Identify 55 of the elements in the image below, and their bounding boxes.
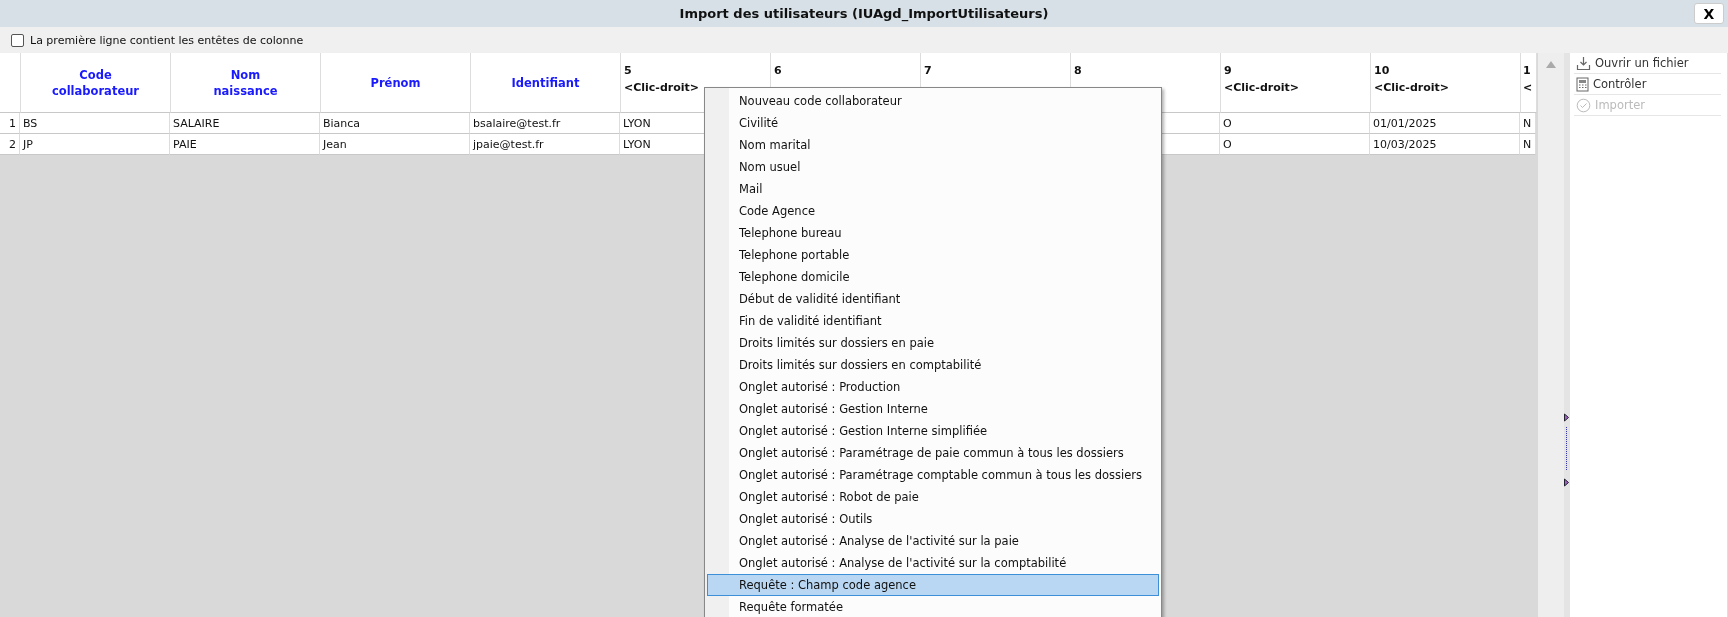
column-header[interactable]: 9 <Clic-droit>: [1221, 53, 1371, 113]
menu-item[interactable]: Telephone bureau: [707, 222, 1159, 244]
table-cell: Bianca: [320, 113, 470, 134]
row-number: 2: [0, 134, 20, 155]
menu-item[interactable]: Nom usuel: [707, 156, 1159, 178]
table-cell: SALAIRE: [170, 113, 320, 134]
checkbox[interactable]: [11, 33, 24, 47]
menu-item[interactable]: Onglet autorisé : Analyse de l'activité sur la comptabilité: [707, 552, 1159, 574]
menu-item[interactable]: Requête formatée: [707, 596, 1159, 617]
menu-item[interactable]: Droits limités sur dossiers en paie: [707, 332, 1159, 354]
menu-item[interactable]: Début de validité identifiant: [707, 288, 1159, 310]
menu-item[interactable]: Onglet autorisé : Analyse de l'activité sur la paie: [707, 530, 1159, 552]
menu-item[interactable]: Droits limités sur dossiers en comptabilité: [707, 354, 1159, 376]
menu-item[interactable]: Requête : Champ code agence: [707, 574, 1159, 596]
menu-item[interactable]: Onglet autorisé : Outils: [707, 508, 1159, 530]
table-cell: O: [1220, 113, 1370, 134]
table-cell: N: [1520, 134, 1536, 155]
column-header[interactable]: 10 <Clic-droit>: [1371, 53, 1521, 113]
menu-item[interactable]: Onglet autorisé : Paramétrage comptable commun à tous les dossiers: [707, 464, 1159, 486]
menu-item[interactable]: Telephone domicile: [707, 266, 1159, 288]
action-button[interactable]: Contrôler: [1574, 74, 1721, 95]
calculator-icon: [1576, 76, 1589, 92]
column-header[interactable]: Identifiant: [471, 53, 621, 113]
table-cell: JP: [20, 134, 170, 155]
download-icon: [1576, 55, 1591, 71]
column-header[interactable]: 1 <: [1521, 53, 1537, 113]
table-cell: 01/01/2025: [1370, 113, 1520, 134]
table-cell: 10/03/2025: [1370, 134, 1520, 155]
close-button[interactable]: X: [1694, 3, 1724, 24]
table-cell: bsalaire@test.fr: [470, 113, 620, 134]
checkmark-icon: [1576, 97, 1591, 113]
column-header[interactable]: Nom naissance: [171, 53, 321, 113]
table-cell: PAIE: [170, 134, 320, 155]
menu-item[interactable]: Fin de validité identifiant: [707, 310, 1159, 332]
header-corner: [0, 53, 21, 113]
menu-item[interactable]: Code Agence: [707, 200, 1159, 222]
menu-item[interactable]: Onglet autorisé : Paramétrage de paie commun à tous les dossiers: [707, 442, 1159, 464]
menu-item[interactable]: Onglet autorisé : Gestion Interne: [707, 398, 1159, 420]
row-number: 1: [0, 113, 20, 134]
menu-item[interactable]: Onglet autorisé : Gestion Interne simplifiée: [707, 420, 1159, 442]
menu-item[interactable]: Mail: [707, 178, 1159, 200]
action-button[interactable]: Ouvrir un fichier: [1574, 53, 1721, 74]
menu-item[interactable]: Telephone portable: [707, 244, 1159, 266]
menu-item[interactable]: Onglet autorisé : Robot de paie: [707, 486, 1159, 508]
table-cell: N: [1520, 113, 1536, 134]
table-cell: O: [1220, 134, 1370, 155]
column-header[interactable]: Prénom: [321, 53, 471, 113]
checkbox-label: La première ligne contient les entêtes de colonne: [30, 33, 304, 47]
table-cell: jpaie@test.fr: [470, 134, 620, 155]
window-title: Import des utilisateurs (IUAgd_ImportUtilisateurs): [679, 6, 1049, 21]
table-cell: Jean: [320, 134, 470, 155]
column-header[interactable]: Code collaborateur: [21, 53, 171, 113]
table-cell: BS: [20, 113, 170, 134]
menu-item[interactable]: Onglet autorisé : Production: [707, 376, 1159, 398]
splitter-handle-icon[interactable]: [1564, 413, 1570, 488]
